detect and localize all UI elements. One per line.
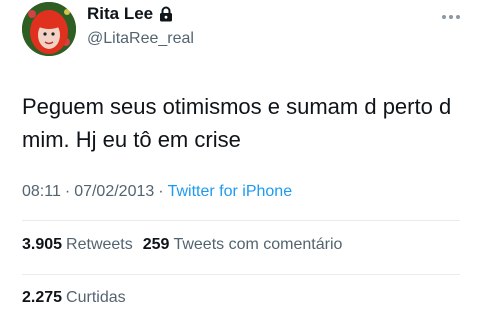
user-handle[interactable]: @LitaRee_real: [87, 30, 194, 48]
meta-separator: ·: [64, 183, 71, 200]
likes-stat[interactable]: 2.275 Curtidas: [22, 289, 126, 306]
engagement-stats: 3.905 Retweets 259 Tweets com comentário: [22, 236, 342, 254]
retweets-count: 3.905: [22, 236, 63, 253]
retweets-label: Retweets: [66, 236, 133, 253]
display-name[interactable]: Rita Lee: [87, 4, 153, 24]
quotes-count: 259: [142, 236, 170, 253]
tweet-date[interactable]: 07/02/2013: [74, 183, 154, 200]
divider: [22, 274, 460, 275]
avatar-image: [22, 2, 76, 56]
lock-icon: [159, 6, 173, 22]
retweets-stat[interactable]: 3.905 Retweets: [22, 236, 133, 253]
quotes-label: Tweets com comentário: [173, 236, 343, 253]
more-options-icon[interactable]: [440, 8, 462, 19]
likes-count: 2.275: [22, 289, 63, 306]
likes-label: Curtidas: [66, 289, 126, 306]
tweet-text: Peguem seus otimismos e sumam d perto d …: [22, 94, 452, 152]
tweet-source-link[interactable]: Twitter for iPhone: [168, 183, 293, 200]
tweet-meta: 08:11 · 07/02/2013 · Twitter for iPhone: [22, 183, 292, 201]
divider: [22, 220, 460, 221]
meta-separator: ·: [158, 183, 164, 200]
quotes-stat[interactable]: 259 Tweets com comentário: [143, 236, 343, 253]
tweet-card: Rita Lee @LitaRee_real Peguem seus otimi…: [0, 0, 478, 315]
avatar[interactable]: [22, 2, 76, 56]
tweet-time[interactable]: 08:11: [22, 183, 61, 200]
likes-stats: 2.275 Curtidas: [22, 289, 126, 307]
user-name-row: Rita Lee: [87, 4, 173, 24]
